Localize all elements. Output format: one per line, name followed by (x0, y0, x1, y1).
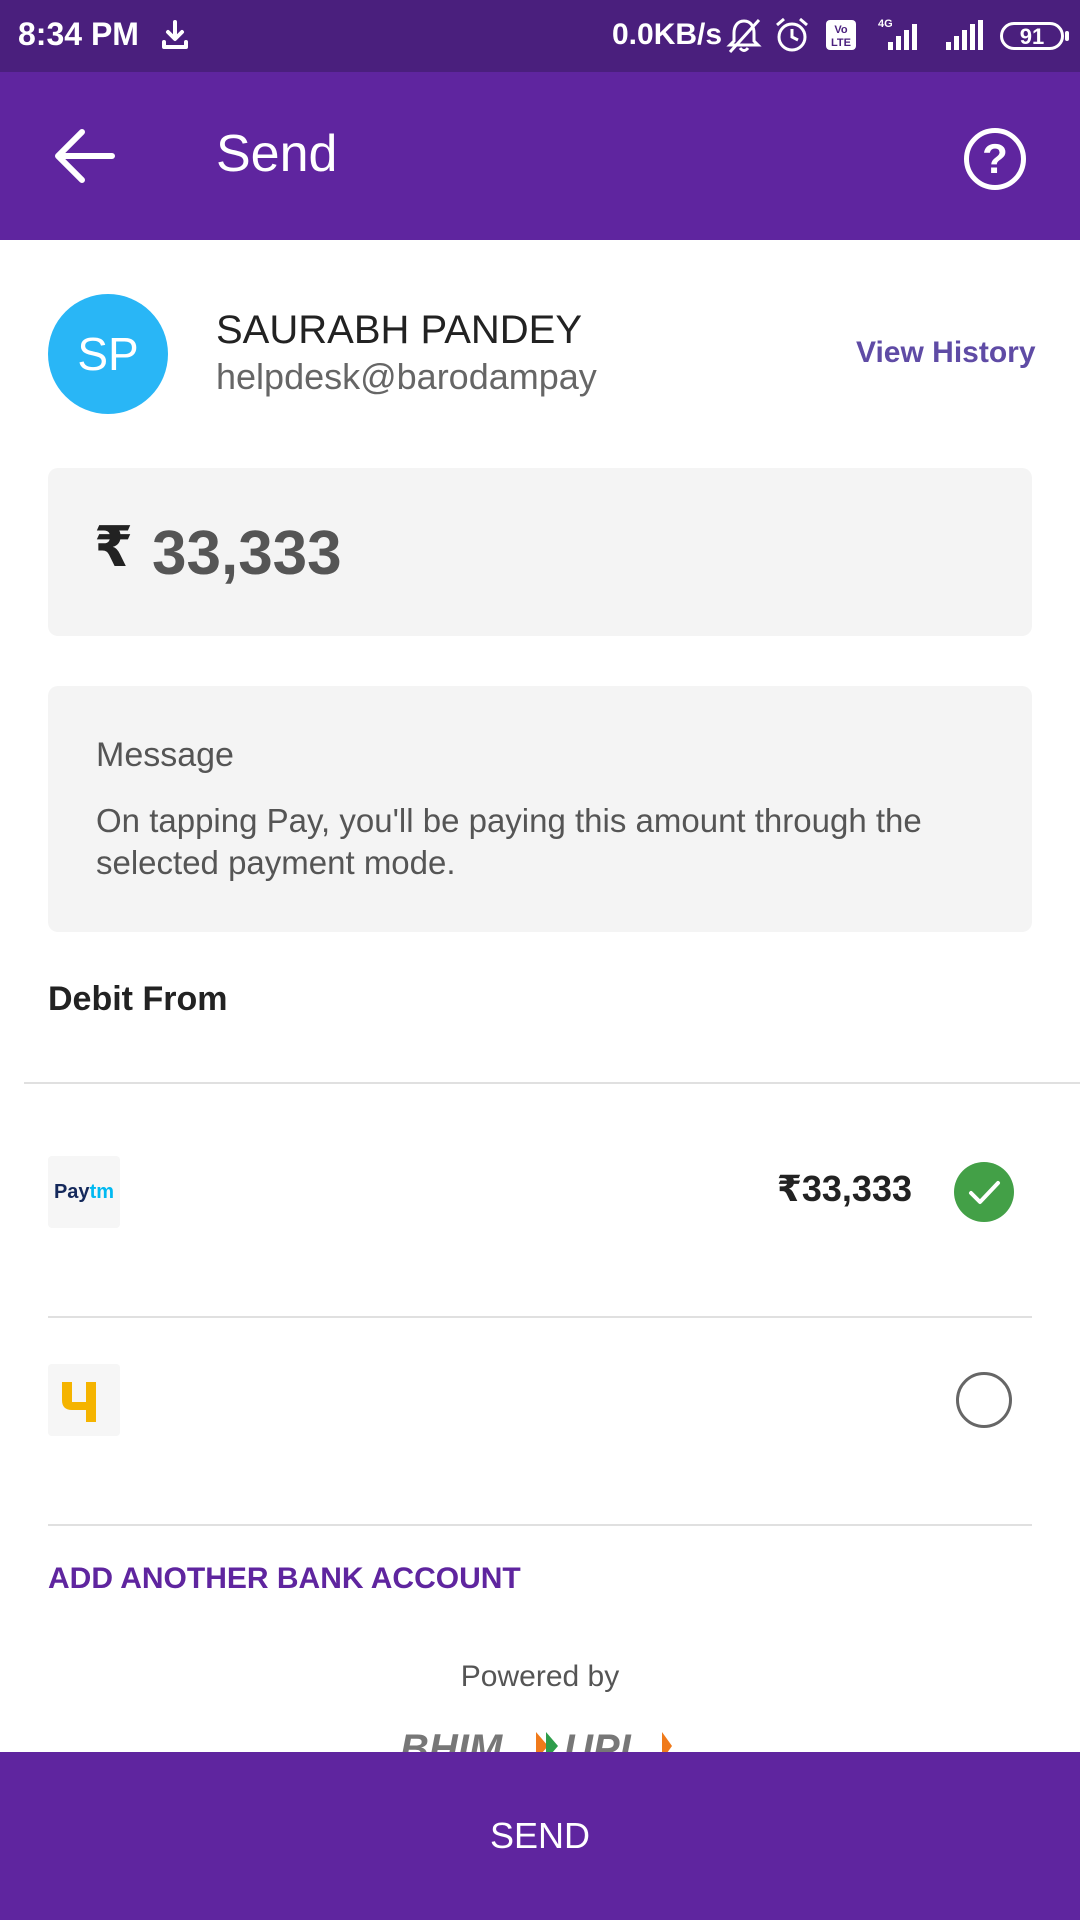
alarm-icon (776, 17, 808, 52)
message-field[interactable]: Message On tapping Pay, you'll be paying… (48, 686, 1032, 932)
divider (24, 1082, 1080, 1084)
status-time: 8:34 PM (18, 16, 139, 52)
network-speed: 0.0KB/s (612, 18, 723, 51)
divider (48, 1524, 1032, 1526)
status-bar: 8:34 PM 0.0KB/s Vo LTE 4G 91 (0, 0, 1080, 72)
add-bank-account-link[interactable]: ADD ANOTHER BANK ACCOUNT (48, 1562, 521, 1596)
avatar: SP (48, 294, 168, 414)
svg-text:4G: 4G (878, 18, 893, 30)
svg-text:Vo: Vo (834, 24, 848, 36)
paytm-logo-text-tm: tm (89, 1181, 115, 1203)
back-arrow-icon[interactable] (48, 124, 120, 188)
pnb-logo (48, 1364, 120, 1436)
battery-level: 91 (1019, 24, 1045, 49)
signal-icon (946, 20, 983, 50)
payee-name: SAURABH PANDEY (216, 308, 583, 352)
radio-unselected-icon[interactable] (956, 1372, 1012, 1428)
view-history-link[interactable]: View History (856, 336, 1036, 370)
paytm-logo: Paytm (48, 1156, 120, 1228)
app-bar: Send ? (0, 72, 1080, 240)
payee-vpa: helpdesk@barodampay (216, 356, 597, 397)
send-button[interactable]: SEND (0, 1752, 1080, 1920)
message-text: On tapping Pay, you'll be paying this am… (96, 802, 922, 881)
page-title: Send (216, 125, 338, 183)
paytm-logo-text-pay: Pay (53, 1181, 90, 1203)
volte-icon: Vo LTE (826, 20, 856, 50)
debit-from-heading: Debit From (48, 980, 228, 1018)
mute-notification-icon (726, 18, 762, 54)
powered-by-text: Powered by (460, 1660, 620, 1693)
amount-input[interactable]: ₹ 33,333 (48, 468, 1032, 636)
rupee-icon: ₹ (94, 515, 133, 578)
svg-text:LTE: LTE (831, 37, 851, 49)
help-icon[interactable]: ? (964, 128, 1026, 190)
account-row-paytm[interactable]: Paytm ₹33,333 (48, 1090, 1032, 1296)
download-icon (162, 20, 188, 49)
signal-4g-icon: 4G (878, 18, 917, 50)
amount-value: 33,333 (152, 519, 342, 588)
selected-check-icon[interactable] (954, 1162, 1014, 1222)
account-row-pnb[interactable] (48, 1298, 1032, 1504)
battery-icon: 91 (1000, 22, 1069, 50)
message-label: Message (96, 736, 234, 774)
account-balance: ₹33,333 (776, 1168, 912, 1209)
